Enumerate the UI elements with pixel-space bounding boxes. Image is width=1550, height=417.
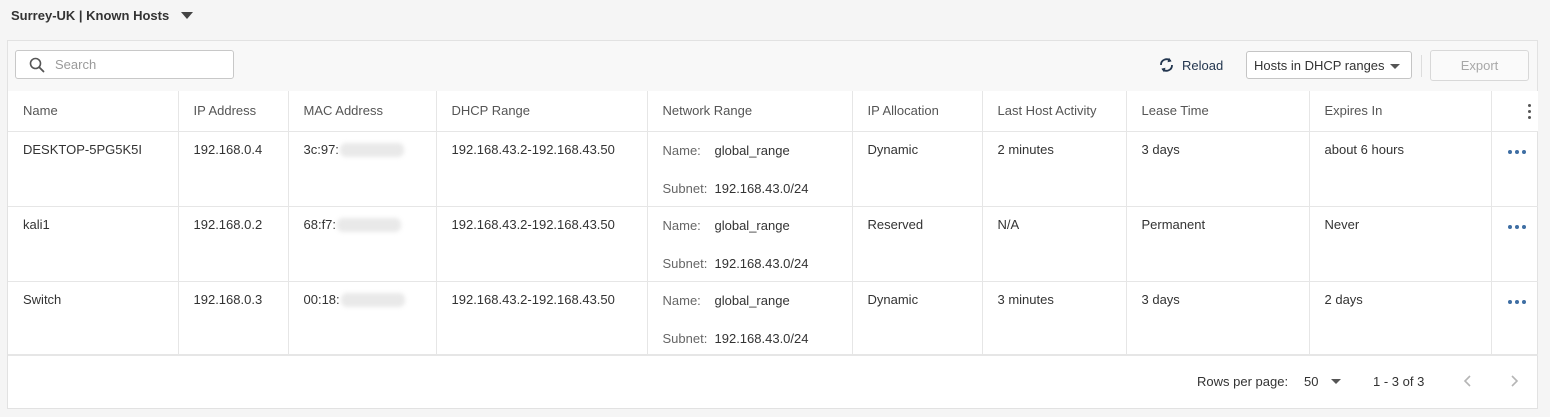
network-subnet-value: 192.168.43.0/24: [714, 181, 809, 196]
chevron-down-icon: [1331, 379, 1342, 384]
hosts-table: Name IP Address MAC Address DHCP Range N…: [8, 91, 1538, 356]
network-subnet-key: Subnet:: [662, 181, 708, 196]
network-name-key: Name:: [662, 218, 701, 233]
column-options-button[interactable]: [1491, 91, 1539, 132]
table-row[interactable]: kali1 192.168.0.2 68:f7: 192.168.43.2-19…: [8, 206, 1539, 282]
rows-per-page-label: Rows per page:: [1197, 374, 1289, 389]
network-subnet-value: 192.168.43.0/24: [714, 256, 809, 271]
more-horizontal-icon[interactable]: [1507, 217, 1539, 229]
host-name: kali1: [8, 206, 179, 282]
network-subnet-key: Subnet:: [662, 331, 708, 346]
host-ip: 192.168.0.3: [178, 281, 289, 356]
redacted-mac-suffix: [340, 293, 405, 308]
pagination-range: 1 - 3 of 3: [1373, 374, 1425, 389]
toolbar-divider: [1421, 55, 1422, 77]
host-mac-prefix: 00:18:: [303, 291, 340, 307]
search-icon: [29, 57, 45, 72]
redacted-mac-suffix: [339, 143, 404, 158]
column-header-lease-time[interactable]: Lease Time: [1126, 91, 1310, 132]
host-mac: 3c:97:: [288, 131, 437, 207]
network-name-value: global_range: [714, 293, 790, 308]
table-header-row: Name IP Address MAC Address DHCP Range N…: [8, 91, 1539, 132]
host-ip-allocation: Dynamic: [852, 281, 983, 356]
column-header-dhcp-range[interactable]: DHCP Range: [436, 91, 648, 132]
column-header-ip-allocation[interactable]: IP Allocation: [852, 91, 983, 132]
pagination-footer: Rows per page: 50 1 - 3 of 3: [8, 359, 1537, 409]
column-header-name[interactable]: Name: [8, 91, 179, 132]
known-hosts-panel: Reload Hosts in DHCP ranges Export Name …: [7, 40, 1538, 409]
chevron-down-icon: [1390, 64, 1400, 69]
host-network-range: Name: global_range Subnet: 192.168.43.0/24: [647, 131, 853, 207]
page-title: Surrey-UK | Known Hosts: [11, 7, 170, 23]
reload-icon: [1160, 57, 1173, 73]
column-header-mac-address[interactable]: MAC Address: [288, 91, 437, 132]
network-name-key: Name:: [662, 293, 701, 308]
rows-per-page-select[interactable]: 50: [1304, 374, 1342, 389]
page-title-dropdown[interactable]: Surrey-UK | Known Hosts: [11, 6, 194, 24]
reload-button[interactable]: Reload: [1158, 55, 1223, 75]
table-row[interactable]: DESKTOP-5PG5K5I 192.168.0.4 3c:97: 192.1…: [8, 131, 1539, 207]
row-actions-cell: [1491, 131, 1539, 207]
host-lease-time: Permanent: [1126, 206, 1310, 282]
network-subnet-value: 192.168.43.0/24: [714, 331, 809, 346]
host-name: DESKTOP-5PG5K5I: [8, 131, 179, 207]
host-dhcp-range: 192.168.43.2-192.168.43.50: [436, 281, 648, 356]
host-last-activity: N/A: [982, 206, 1127, 282]
column-header-network-range[interactable]: Network Range: [647, 91, 853, 132]
host-filter-value: Hosts in DHCP ranges: [1254, 57, 1385, 73]
network-name-key: Name:: [662, 143, 701, 158]
search-box[interactable]: [15, 50, 234, 79]
host-ip: 192.168.0.4: [178, 131, 289, 207]
caret-down-icon[interactable]: [181, 12, 194, 19]
more-horizontal-icon[interactable]: [1507, 142, 1539, 154]
host-name: Switch: [8, 281, 179, 356]
export-label: Export: [1460, 58, 1499, 73]
host-mac: 00:18:: [288, 281, 437, 356]
host-expires-in: 2 days: [1309, 281, 1492, 356]
host-last-activity: 2 minutes: [982, 131, 1127, 207]
search-input[interactable]: [53, 56, 217, 73]
table-row[interactable]: Switch 192.168.0.3 00:18: 192.168.43.2-1…: [8, 281, 1539, 356]
network-subnet-key: Subnet:: [662, 256, 708, 271]
host-lease-time: 3 days: [1126, 131, 1310, 207]
host-ip-allocation: Reserved: [852, 206, 983, 282]
host-lease-time: 3 days: [1126, 281, 1310, 356]
host-network-range: Name: global_range Subnet: 192.168.43.0/24: [647, 206, 853, 282]
column-header-expires-in[interactable]: Expires In: [1309, 91, 1492, 132]
host-ip: 192.168.0.2: [178, 206, 289, 282]
host-expires-in: about 6 hours: [1309, 131, 1492, 207]
host-ip-allocation: Dynamic: [852, 131, 983, 207]
host-mac: 68:f7:: [288, 206, 437, 282]
redacted-mac-suffix: [337, 218, 402, 233]
host-filter-select[interactable]: Hosts in DHCP ranges: [1246, 51, 1412, 79]
chevron-left-icon[interactable]: [1462, 374, 1474, 388]
row-actions-cell: [1491, 281, 1539, 356]
network-name-value: global_range: [714, 143, 790, 158]
host-mac-prefix: 3c:97:: [303, 141, 339, 157]
host-network-range: Name: global_range Subnet: 192.168.43.0/24: [647, 281, 853, 356]
host-mac-prefix: 68:f7:: [303, 216, 337, 232]
host-dhcp-range: 192.168.43.2-192.168.43.50: [436, 131, 648, 207]
chevron-right-icon[interactable]: [1508, 374, 1520, 388]
rows-per-page-value: 50: [1304, 374, 1319, 389]
toolbar: Reload Hosts in DHCP ranges Export: [8, 41, 1537, 92]
reload-label: Reload: [1182, 57, 1224, 73]
row-actions-cell: [1491, 206, 1539, 282]
host-last-activity: 3 minutes: [982, 281, 1127, 356]
host-expires-in: Never: [1309, 206, 1492, 282]
column-header-last-host-activity[interactable]: Last Host Activity: [982, 91, 1127, 132]
export-button[interactable]: Export: [1430, 50, 1529, 81]
column-header-ip-address[interactable]: IP Address: [178, 91, 289, 132]
host-dhcp-range: 192.168.43.2-192.168.43.50: [436, 206, 648, 282]
more-horizontal-icon[interactable]: [1507, 292, 1539, 304]
more-vertical-icon: [1522, 103, 1539, 119]
network-name-value: global_range: [714, 218, 790, 233]
